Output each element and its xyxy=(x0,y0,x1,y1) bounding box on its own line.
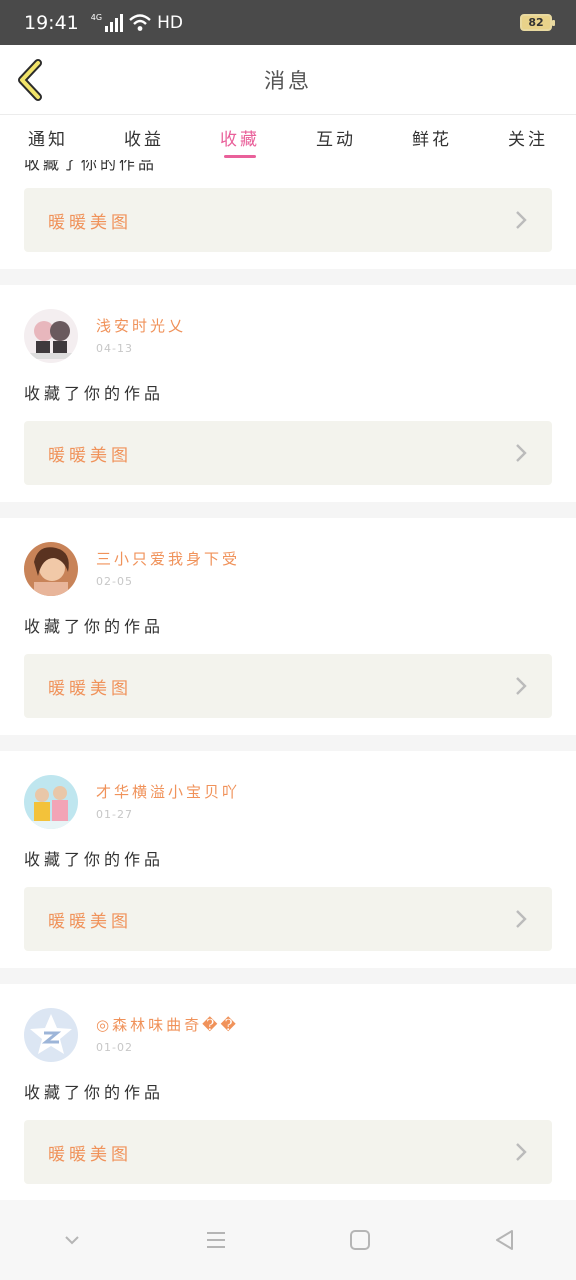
status-time: 19:41 xyxy=(24,11,79,34)
divider xyxy=(0,502,576,518)
message-date: 01-27 xyxy=(96,808,133,821)
cropped-action-text: 收藏了你的作品 xyxy=(24,160,158,173)
tab-bar: 通知 收益 收藏 互动 鲜花 关注 xyxy=(0,115,576,160)
tab-favorites[interactable]: 收藏 xyxy=(192,115,288,160)
signal-icon: 4G xyxy=(91,13,124,32)
username[interactable]: 才华横溢小宝贝吖 xyxy=(96,781,240,802)
work-title: 暖暖美图 xyxy=(48,678,132,699)
tab-interaction[interactable]: 互动 xyxy=(288,115,384,160)
battery-icon: 82 xyxy=(520,14,555,31)
tab-notice[interactable]: 通知 xyxy=(0,115,96,160)
work-title: 暖暖美图 xyxy=(48,911,132,932)
header: 消息 xyxy=(0,45,576,115)
avatar[interactable] xyxy=(24,1008,78,1062)
avatar[interactable] xyxy=(24,775,78,829)
chevron-right-icon xyxy=(516,1143,527,1161)
menu-button[interactable] xyxy=(186,1210,246,1270)
chevron-down-icon xyxy=(65,1236,79,1245)
avatar[interactable] xyxy=(24,542,78,596)
chevron-right-icon xyxy=(516,444,527,462)
action-text: 收藏了你的作品 xyxy=(24,850,165,869)
action-text: 收藏了你的作品 xyxy=(24,1083,165,1102)
work-title: 暖暖美图 xyxy=(48,1144,132,1165)
work-link-card[interactable]: 暖暖美图 xyxy=(24,421,552,485)
divider xyxy=(0,968,576,984)
battery-level: 82 xyxy=(528,16,544,29)
username[interactable]: 三小只爱我身下受 xyxy=(96,548,240,569)
chevron-right-icon xyxy=(516,910,527,928)
username[interactable]: ◎森林味曲奇�� xyxy=(96,1014,239,1035)
system-nav-bar xyxy=(0,1200,576,1280)
tab-earnings[interactable]: 收益 xyxy=(96,115,192,160)
page-title: 消息 xyxy=(264,69,312,93)
divider xyxy=(0,735,576,751)
message-date: 02-05 xyxy=(96,575,133,588)
action-text: 收藏了你的作品 xyxy=(24,617,165,636)
back-nav-button[interactable] xyxy=(474,1210,534,1270)
message-date: 01-02 xyxy=(96,1041,133,1054)
divider xyxy=(0,269,576,285)
wifi-icon xyxy=(129,13,151,31)
tab-follow[interactable]: 关注 xyxy=(480,115,576,160)
work-title: 暖暖美图 xyxy=(48,445,132,466)
home-button[interactable] xyxy=(330,1210,390,1270)
back-triangle-icon xyxy=(496,1230,513,1250)
action-text: 收藏了你的作品 xyxy=(24,384,165,403)
chevron-right-icon xyxy=(516,211,527,229)
work-link-card[interactable]: 暖暖美图 xyxy=(24,887,552,951)
menu-icon xyxy=(207,1232,225,1248)
chevron-right-icon xyxy=(516,677,527,695)
work-link-card[interactable]: 暖暖美图 xyxy=(24,188,552,252)
avatar[interactable] xyxy=(24,309,78,363)
hide-nav-button[interactable] xyxy=(42,1210,102,1270)
hd-indicator: HD xyxy=(157,12,183,33)
username[interactable]: 浅安时光乂 xyxy=(96,315,186,336)
tab-flowers[interactable]: 鲜花 xyxy=(384,115,480,160)
message-date: 04-13 xyxy=(96,342,133,355)
message-feed[interactable]: 收藏了你的作品 暖暖美图 浅安时光乂 04-13 收藏了你的作品 暖暖美图 三小… xyxy=(0,160,576,1200)
work-link-card[interactable]: 暖暖美图 xyxy=(24,654,552,718)
status-bar: 19:41 4G HD 82 xyxy=(0,0,576,45)
work-link-card[interactable]: 暖暖美图 xyxy=(24,1120,552,1184)
home-square-icon xyxy=(350,1230,370,1250)
work-title: 暖暖美图 xyxy=(48,212,132,233)
